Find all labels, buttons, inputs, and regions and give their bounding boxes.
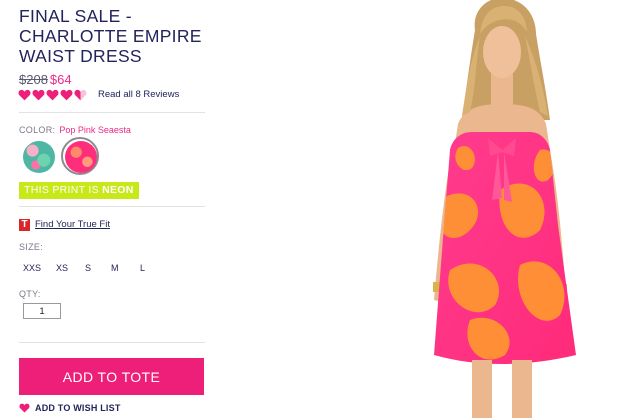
product-info-panel: FINAL SALE - CHARLOTTE EMPIRE WAIST DRES… — [0, 0, 215, 418]
size-option-m[interactable]: M — [111, 263, 119, 273]
heart-icon — [46, 89, 59, 101]
color-swatch-floral[interactable] — [23, 141, 55, 173]
heart-icon — [19, 403, 30, 413]
sale-price: $64 — [49, 72, 72, 87]
badge-prefix: THIS PRINT IS — [24, 184, 99, 196]
heart-icon — [18, 89, 31, 101]
color-label-text: COLOR: — [19, 125, 56, 135]
add-to-tote-button[interactable]: ADD TO TOTE — [19, 358, 204, 395]
size-label: SIZE: — [19, 242, 44, 252]
rating-hearts — [18, 89, 87, 101]
heart-icon — [60, 89, 73, 101]
find-true-fit-link[interactable]: Find Your True Fit — [35, 219, 110, 230]
product-model-photo — [433, 0, 576, 418]
badge-highlight: NEON — [102, 184, 134, 196]
size-option-xs[interactable]: XS — [56, 263, 68, 273]
read-reviews-link[interactable]: Read all 8 Reviews — [98, 89, 179, 100]
heart-icon — [32, 89, 45, 101]
qty-label: QTY: — [19, 289, 41, 299]
quantity-input[interactable] — [23, 303, 61, 319]
color-swatch-pop-pink-seaesta[interactable] — [65, 141, 97, 173]
selected-color-name: Pop Pink Seaesta — [59, 125, 131, 135]
color-label: COLOR: Pop Pink Seaesta — [19, 125, 131, 135]
size-option-l[interactable]: L — [140, 263, 145, 273]
half-heart-icon — [74, 89, 87, 101]
size-option-s[interactable]: S — [85, 263, 91, 273]
original-price: $208 — [19, 72, 48, 87]
truefit-icon: T — [19, 219, 30, 231]
price: $208 $64 — [19, 72, 72, 87]
add-to-wish-list[interactable]: ADD TO WISH LIST — [19, 403, 121, 413]
divider — [19, 112, 205, 113]
wish-list-label: ADD TO WISH LIST — [35, 403, 121, 413]
size-option-xxs[interactable]: XXS — [23, 263, 41, 273]
divider — [19, 206, 205, 207]
neon-print-badge: THIS PRINT IS NEON — [19, 182, 139, 199]
product-title: FINAL SALE - CHARLOTTE EMPIRE WAIST DRES… — [19, 6, 202, 66]
divider — [19, 342, 205, 343]
